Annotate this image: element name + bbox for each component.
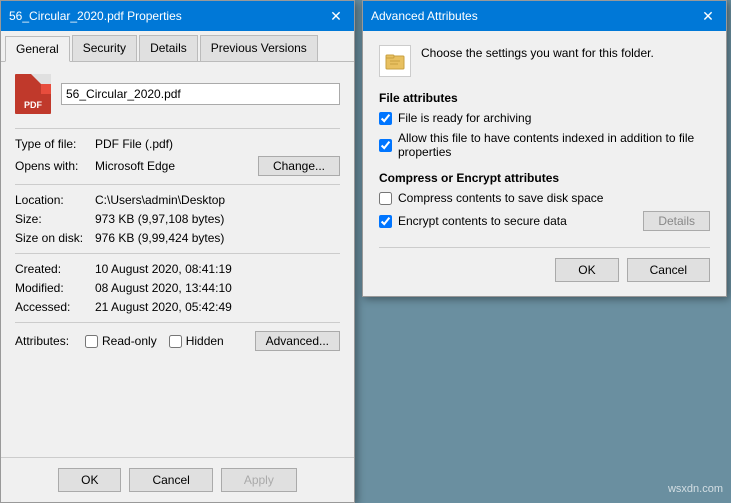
attributes-label: Attributes: xyxy=(15,334,85,348)
advanced-title: Advanced Attributes xyxy=(371,9,478,23)
properties-ok-button[interactable]: OK xyxy=(58,468,121,492)
advanced-cancel-button[interactable]: Cancel xyxy=(627,258,710,282)
change-button[interactable]: Change... xyxy=(258,156,340,176)
advanced-dialog: Advanced Attributes ✕ Choose the setting… xyxy=(362,0,727,297)
compress-encrypt-section: Compress or Encrypt attributes Compress … xyxy=(379,171,710,231)
advanced-close-button[interactable]: ✕ xyxy=(698,6,718,26)
size-on-disk-row: Size on disk: 976 KB (9,99,424 bytes) xyxy=(15,231,340,245)
compress-row: Compress contents to save disk space xyxy=(379,191,710,205)
encrypt-label: Encrypt contents to secure data xyxy=(398,214,567,228)
readonly-label: Read-only xyxy=(102,334,157,348)
accessed-row: Accessed: 21 August 2020, 05:42:49 xyxy=(15,300,340,314)
details-button[interactable]: Details xyxy=(643,211,710,231)
tab-security[interactable]: Security xyxy=(72,35,137,61)
index-row: Allow this file to have contents indexed… xyxy=(379,131,710,159)
pdf-icon xyxy=(15,74,51,114)
created-value: 10 August 2020, 08:41:19 xyxy=(95,262,232,276)
readonly-checkbox[interactable] xyxy=(85,335,98,348)
index-label: Allow this file to have contents indexed… xyxy=(398,131,710,159)
file-type-label: Type of file: xyxy=(15,137,95,151)
attributes-row: Attributes: Read-only Hidden Advanced... xyxy=(15,322,340,351)
compress-label: Compress contents to save disk space xyxy=(398,191,603,205)
properties-apply-button[interactable]: Apply xyxy=(221,468,297,492)
properties-cancel-button[interactable]: Cancel xyxy=(129,468,212,492)
advanced-button[interactable]: Advanced... xyxy=(255,331,340,351)
encrypt-left: Encrypt contents to secure data xyxy=(379,214,567,228)
location-label: Location: xyxy=(15,193,95,207)
compress-checkbox[interactable] xyxy=(379,192,392,205)
index-checkbox[interactable] xyxy=(379,139,392,152)
tab-details[interactable]: Details xyxy=(139,35,198,61)
hidden-checkbox[interactable] xyxy=(169,335,182,348)
opens-with-label: Opens with: xyxy=(15,159,95,173)
accessed-value: 21 August 2020, 05:42:49 xyxy=(95,300,232,314)
advanced-buttons: OK Cancel xyxy=(379,247,710,282)
properties-close-button[interactable]: ✕ xyxy=(326,6,346,26)
opens-with-value: Microsoft Edge xyxy=(95,159,175,173)
encrypt-checkbox[interactable] xyxy=(379,215,392,228)
advanced-description: Choose the settings you want for this fo… xyxy=(421,45,654,62)
file-header xyxy=(15,74,340,114)
folder-icon xyxy=(385,51,405,71)
dates-section: Created: 10 August 2020, 08:41:19 Modifi… xyxy=(15,253,340,314)
tab-previous-versions[interactable]: Previous Versions xyxy=(200,35,318,61)
modified-value: 08 August 2020, 13:44:10 xyxy=(95,281,232,295)
opens-with-row: Opens with: Microsoft Edge Change... xyxy=(15,156,340,176)
size-on-disk-value: 976 KB (9,99,424 bytes) xyxy=(95,231,224,245)
archive-label: File is ready for archiving xyxy=(398,111,531,125)
accessed-label: Accessed: xyxy=(15,300,95,314)
watermark: wsxdn.com xyxy=(668,483,723,495)
archive-checkbox[interactable] xyxy=(379,112,392,125)
created-label: Created: xyxy=(15,262,95,276)
readonly-checkbox-label[interactable]: Read-only xyxy=(85,334,157,348)
file-name-input[interactable] xyxy=(61,83,340,105)
modified-label: Modified: xyxy=(15,281,95,295)
location-row: Location: C:\Users\admin\Desktop xyxy=(15,193,340,207)
file-attributes-header: File attributes xyxy=(379,91,710,105)
location-value: C:\Users\admin\Desktop xyxy=(95,193,225,207)
size-value: 973 KB (9,97,108 bytes) xyxy=(95,212,224,226)
size-label: Size: xyxy=(15,212,95,226)
properties-titlebar: 56_Circular_2020.pdf Properties ✕ xyxy=(1,1,354,31)
file-info-section: Type of file: PDF File (.pdf) Opens with… xyxy=(15,128,340,176)
hidden-checkbox-label[interactable]: Hidden xyxy=(169,334,224,348)
properties-dialog: 56_Circular_2020.pdf Properties ✕ Genera… xyxy=(0,0,355,503)
size-on-disk-label: Size on disk: xyxy=(15,231,95,245)
encrypt-row: Encrypt contents to secure data Details xyxy=(379,211,710,231)
hidden-label: Hidden xyxy=(186,334,224,348)
location-size-section: Location: C:\Users\admin\Desktop Size: 9… xyxy=(15,184,340,245)
size-row: Size: 973 KB (9,97,108 bytes) xyxy=(15,212,340,226)
advanced-content: Choose the settings you want for this fo… xyxy=(363,31,726,296)
tabs-bar: General Security Details Previous Versio… xyxy=(1,31,354,62)
archive-row: File is ready for archiving xyxy=(379,111,710,125)
properties-buttons: OK Cancel Apply xyxy=(1,457,354,502)
advanced-titlebar: Advanced Attributes ✕ xyxy=(363,1,726,31)
file-type-value: PDF File (.pdf) xyxy=(95,137,173,151)
file-attributes-section: File attributes File is ready for archiv… xyxy=(379,91,710,159)
tab-general[interactable]: General xyxy=(5,36,70,62)
created-row: Created: 10 August 2020, 08:41:19 xyxy=(15,262,340,276)
properties-content: Type of file: PDF File (.pdf) Opens with… xyxy=(1,62,354,363)
properties-title: 56_Circular_2020.pdf Properties xyxy=(9,9,182,23)
compress-header: Compress or Encrypt attributes xyxy=(379,171,710,185)
advanced-ok-button[interactable]: OK xyxy=(555,258,618,282)
modified-row: Modified: 08 August 2020, 13:44:10 xyxy=(15,281,340,295)
advanced-desc-icon xyxy=(379,45,411,77)
file-type-row: Type of file: PDF File (.pdf) xyxy=(15,137,340,151)
advanced-description-row: Choose the settings you want for this fo… xyxy=(379,45,710,77)
